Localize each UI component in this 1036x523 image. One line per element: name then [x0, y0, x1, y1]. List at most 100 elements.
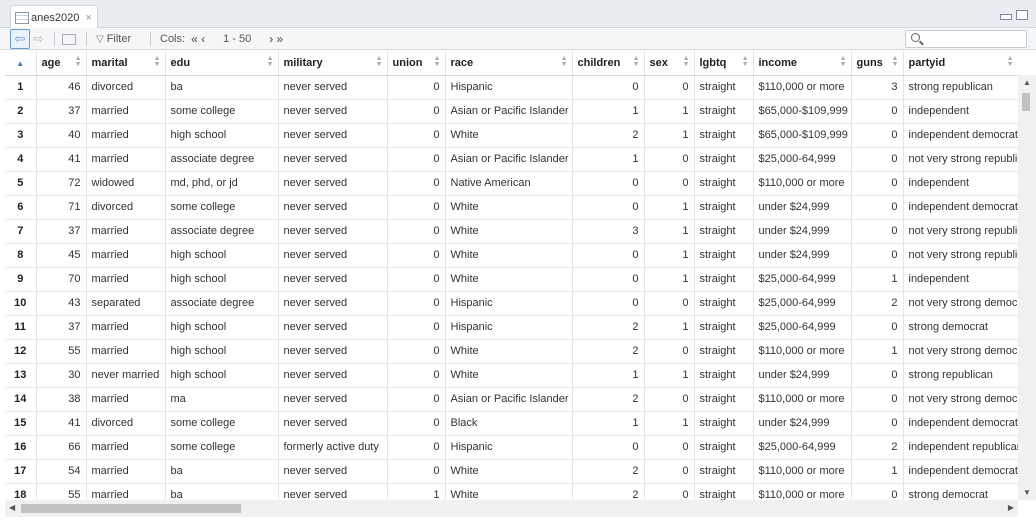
scroll-left-icon[interactable]: ◀	[9, 503, 15, 512]
sort-asc-icon: ▲	[16, 58, 25, 68]
back-button[interactable]: ⇦	[10, 29, 30, 49]
cell-lgbtq: straight	[694, 243, 754, 268]
cell-sex: 0	[644, 339, 695, 364]
cell-union: 0	[387, 291, 446, 316]
column-header-edu[interactable]: edu ▲ ▼	[165, 51, 279, 76]
cell-age: 55	[36, 339, 87, 364]
table-body: 1 46 divorced ba never served 0 Hispanic 0 0 stra…	[5, 75, 1018, 500]
cell-partyid: independent	[903, 171, 1018, 196]
cell-income: $65,000-$109,999	[753, 99, 852, 124]
cell-guns: 0	[851, 315, 904, 340]
cell-age: 45	[36, 243, 87, 268]
horizontal-scrollbar[interactable]: ◀ ▶	[5, 500, 1018, 517]
vertical-scroll-thumb[interactable]	[1022, 93, 1030, 111]
cell-race: White	[445, 195, 573, 220]
popout-icon[interactable]	[62, 34, 76, 45]
search-input[interactable]	[905, 30, 1027, 48]
row-index-header[interactable]: ▲	[5, 51, 37, 76]
cell-marital: widowed	[86, 171, 166, 196]
row-index: 16	[5, 435, 37, 460]
sort-icon[interactable]: ▲ ▼	[742, 55, 749, 68]
column-header-income[interactable]: income ▲ ▼	[753, 51, 852, 76]
cell-children: 1	[572, 363, 645, 388]
cell-union: 0	[387, 459, 446, 484]
sort-icon[interactable]: ▲ ▼	[683, 55, 690, 68]
maximize-icon[interactable]	[1016, 10, 1028, 20]
cell-income: $110,000 or more	[753, 339, 852, 364]
column-header-guns[interactable]: guns ▲ ▼	[851, 51, 904, 76]
column-header-age[interactable]: age ▲ ▼	[36, 51, 87, 76]
forward-button[interactable]: ⇨	[33, 31, 44, 47]
row-index: 14	[5, 387, 37, 412]
column-header-military[interactable]: military ▲ ▼	[278, 51, 388, 76]
cell-lgbtq: straight	[694, 291, 754, 316]
scroll-down-icon[interactable]: ▼	[1023, 488, 1031, 497]
sort-icon[interactable]: ▲ ▼	[633, 55, 640, 68]
cell-partyid: independent	[903, 99, 1018, 124]
cols-prev-button[interactable]: « ‹	[191, 32, 205, 46]
cell-lgbtq: straight	[694, 339, 754, 364]
sort-icon[interactable]: ▲ ▼	[376, 55, 383, 68]
cell-marital: married	[86, 315, 166, 340]
column-header-label: edu	[170, 56, 191, 69]
cell-age: 66	[36, 435, 87, 460]
sort-icon[interactable]: ▲ ▼	[1007, 55, 1014, 68]
cell-income: $110,000 or more	[753, 459, 852, 484]
cell-income: $110,000 or more	[753, 171, 852, 196]
cell-guns: 0	[851, 387, 904, 412]
cell-marital: married	[86, 483, 166, 500]
close-icon[interactable]: ×	[85, 12, 91, 24]
cell-lgbtq: straight	[694, 195, 754, 220]
cell-sex: 1	[644, 315, 695, 340]
cell-partyid: not very strong democrat	[903, 291, 1018, 316]
cell-sex: 1	[644, 123, 695, 148]
cell-sex: 0	[644, 435, 695, 460]
cell-guns: 0	[851, 483, 904, 500]
sort-icon[interactable]: ▲ ▼	[561, 55, 568, 68]
sort-icon[interactable]: ▲ ▼	[75, 55, 82, 68]
column-header-children[interactable]: children ▲ ▼	[572, 51, 645, 76]
row-index: 6	[5, 195, 37, 220]
cell-lgbtq: straight	[694, 387, 754, 412]
sort-icon[interactable]: ▲ ▼	[154, 55, 161, 68]
sort-icon[interactable]: ▲ ▼	[892, 55, 899, 68]
cell-children: 0	[572, 75, 645, 100]
cell-sex: 0	[644, 291, 695, 316]
cell-marital: married	[86, 435, 166, 460]
table-row: 18 55 married ba never served 1 White 2 0 straigh…	[5, 483, 1018, 500]
sort-icon[interactable]: ▲ ▼	[434, 55, 441, 68]
cols-next-button[interactable]: › »	[269, 32, 283, 46]
column-header-marital[interactable]: marital ▲ ▼	[86, 51, 166, 76]
cell-age: 55	[36, 483, 87, 500]
vertical-scrollbar[interactable]: ▲ ▼	[1018, 75, 1036, 500]
cell-partyid: not very strong republican	[903, 243, 1018, 268]
scroll-up-icon[interactable]: ▲	[1023, 78, 1031, 87]
cell-age: 37	[36, 219, 87, 244]
column-header-partyid[interactable]: partyid ▲ ▼	[903, 51, 1018, 76]
row-index: 9	[5, 267, 37, 292]
horizontal-scroll-thumb[interactable]	[21, 504, 241, 513]
column-header-lgbtq[interactable]: lgbtq ▲ ▼	[694, 51, 754, 76]
cell-sex: 1	[644, 243, 695, 268]
cell-union: 0	[387, 219, 446, 244]
tab-anes2020[interactable]: anes2020 ×	[10, 5, 98, 29]
cell-union: 0	[387, 411, 446, 436]
cell-military: never served	[278, 339, 388, 364]
minimize-icon[interactable]	[1000, 14, 1012, 20]
sort-icon[interactable]: ▲ ▼	[840, 55, 847, 68]
column-header-union[interactable]: union ▲ ▼	[387, 51, 446, 76]
cell-union: 0	[387, 387, 446, 412]
cell-union: 0	[387, 267, 446, 292]
window-controls	[1000, 10, 1028, 20]
cell-edu: high school	[165, 123, 279, 148]
cell-military: never served	[278, 387, 388, 412]
filter-button[interactable]: ▽ Filter	[96, 31, 131, 47]
scroll-right-icon[interactable]: ▶	[1008, 503, 1014, 512]
cell-income: $25,000-64,999	[753, 291, 852, 316]
cell-sex: 0	[644, 147, 695, 172]
cell-military: formerly active duty	[278, 435, 388, 460]
sort-icon[interactable]: ▲ ▼	[267, 55, 274, 68]
column-header-sex[interactable]: sex ▲ ▼	[644, 51, 695, 76]
column-header-race[interactable]: race ▲ ▼	[445, 51, 573, 76]
cell-race: White	[445, 219, 573, 244]
